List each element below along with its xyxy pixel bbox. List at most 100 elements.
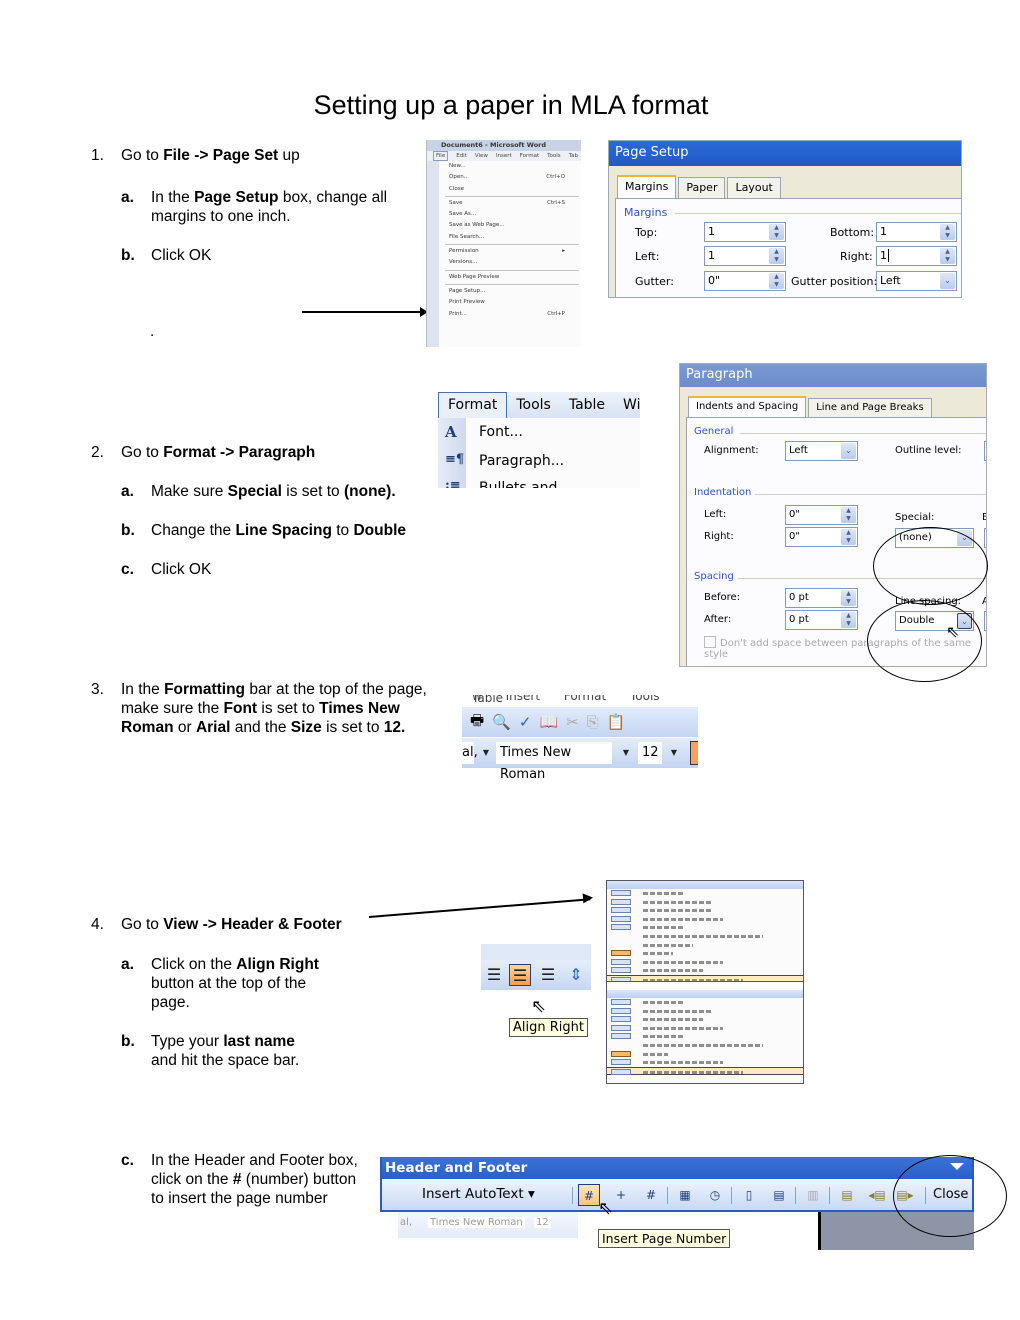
menu-item-web-layout[interactable] xyxy=(607,898,803,907)
menu-table[interactable]: Tab xyxy=(569,151,578,161)
show-hide-text-icon[interactable]: ▤ xyxy=(768,1184,790,1206)
menu-item-print[interactable]: Print... Ctrl+P xyxy=(427,309,579,320)
menu-item-save-web[interactable]: Save as Web Page... xyxy=(427,220,579,231)
spinner-icon[interactable]: ▲ ▼ xyxy=(841,590,856,606)
menu-item-web-preview[interactable]: Web Page Preview xyxy=(427,272,579,283)
menu-item-file-search[interactable]: File Search... xyxy=(427,232,579,243)
insert-autotext-button[interactable]: Insert AutoText ▾ xyxy=(422,1186,535,1202)
chevron-down-icon[interactable]: ⌄ xyxy=(940,273,955,289)
menu-tools[interactable]: Tools xyxy=(507,397,560,413)
link-to-previous-icon[interactable]: ▥ xyxy=(802,1184,824,1206)
menu-item-new[interactable]: New... xyxy=(427,161,579,172)
spinner-icon[interactable]: ▲ ▼ xyxy=(841,507,856,523)
by-field[interactable] xyxy=(984,528,986,548)
align-center-icon[interactable]: ☰ xyxy=(483,964,505,986)
menu-item-page-setup[interactable]: Page Setup... xyxy=(427,286,579,297)
menu-item-font[interactable]: Font... xyxy=(479,424,523,440)
menu-item-reading-layout[interactable] xyxy=(607,915,803,924)
page-setup-icon[interactable]: ▯ xyxy=(738,1184,760,1206)
format-page-number-icon[interactable]: # xyxy=(640,1184,662,1206)
insert-number-of-pages-icon[interactable]: + xyxy=(610,1184,632,1206)
research-icon[interactable]: 📖 xyxy=(539,713,558,731)
menu-item-normal[interactable] xyxy=(607,889,803,898)
tab-layout[interactable]: Layout xyxy=(727,177,781,198)
size-select[interactable]: 12 xyxy=(638,742,662,764)
menu-item-task-pane[interactable] xyxy=(607,1041,803,1050)
menu-item-document-map[interactable] xyxy=(607,1058,803,1067)
gutter-field[interactable]: 0" ▲ ▼ xyxy=(704,271,786,291)
menu-item-versions[interactable]: Versions... xyxy=(427,257,579,268)
spinner-icon[interactable]: ▲ ▼ xyxy=(769,224,784,240)
menu-item-header-footer[interactable] xyxy=(607,1066,803,1076)
outline-level-select[interactable] xyxy=(984,441,986,461)
font-select[interactable]: Times New Roman xyxy=(428,1217,525,1228)
menu-format[interactable]: Format xyxy=(520,151,539,161)
tab-indents-spacing[interactable]: Indents and Spacing xyxy=(688,396,807,417)
bottom-margin-field[interactable]: 1 ▲ ▼ xyxy=(876,222,957,242)
menu-tools[interactable]: Tools xyxy=(547,151,561,161)
menu-view[interactable]: View xyxy=(475,151,488,161)
spelling-icon[interactable]: ✓ xyxy=(519,713,532,731)
show-previous-icon[interactable]: ◂▤ xyxy=(866,1184,888,1206)
checkbox-icon[interactable] xyxy=(704,636,716,648)
spacing-after-field[interactable]: 0 pt ▲ ▼ xyxy=(785,610,858,630)
menu-item-close[interactable]: Close xyxy=(427,184,579,195)
tab-line-page-breaks[interactable]: Line and Page Breaks xyxy=(808,398,932,417)
paste-icon[interactable]: 📋 xyxy=(607,713,626,731)
indent-right-field[interactable]: 0" ▲ ▼ xyxy=(785,527,858,547)
menu-item-print-preview[interactable]: Print Preview xyxy=(427,297,579,308)
top-margin-field[interactable]: 1 ▲ ▼ xyxy=(704,222,786,242)
style-select[interactable]: al, xyxy=(462,742,478,764)
menu-edit[interactable]: Edit xyxy=(456,151,467,161)
align-right-button[interactable]: ☰ xyxy=(509,964,531,986)
insert-time-icon[interactable]: ◷ xyxy=(704,1184,726,1206)
menu-item-open[interactable]: Open... Ctrl+O xyxy=(427,172,579,183)
spinner-icon[interactable]: ▲ ▼ xyxy=(769,273,784,289)
menu-item-ruler[interactable] xyxy=(607,1050,803,1059)
print-preview-icon[interactable]: 🔍 xyxy=(492,713,511,731)
style-select[interactable]: al, xyxy=(400,1217,412,1228)
menu-item-normal[interactable] xyxy=(607,998,803,1007)
menu-window[interactable]: Wind xyxy=(614,397,640,413)
menu-item-ruler[interactable] xyxy=(607,949,803,958)
copy-icon[interactable]: ⎘ xyxy=(587,713,599,731)
menu-item-print-layout[interactable] xyxy=(607,1015,803,1024)
menu-item-thumbnails[interactable] xyxy=(607,966,803,975)
spinner-icon[interactable]: ▲ ▼ xyxy=(940,248,955,264)
menu-item-outline[interactable] xyxy=(607,1032,803,1041)
menu-item-save[interactable]: Save Ctrl+S xyxy=(427,198,579,209)
switch-header-footer-icon[interactable]: ▤ xyxy=(836,1184,858,1206)
menu-format[interactable]: Format xyxy=(438,392,508,418)
chevron-down-icon[interactable]: ⌄ xyxy=(841,443,856,459)
menu-insert[interactable]: Insert xyxy=(496,151,512,161)
right-margin-field[interactable]: 1 ▲ ▼ xyxy=(876,246,957,266)
alignment-select[interactable]: Left ⌄ xyxy=(785,441,858,461)
menu-item-document-map[interactable] xyxy=(607,958,803,967)
menu-item-print-layout[interactable] xyxy=(607,906,803,915)
gutter-position-select[interactable]: Left ⌄ xyxy=(876,271,957,291)
menu-item-task-pane[interactable] xyxy=(607,932,803,941)
menu-file[interactable]: File xyxy=(433,151,449,161)
chevron-down-icon[interactable]: ▼ xyxy=(668,744,680,762)
spinner-icon[interactable]: ▲ ▼ xyxy=(940,224,955,240)
font-select[interactable]: Times New Roman xyxy=(496,742,612,782)
justify-icon[interactable]: ☰ xyxy=(537,964,559,986)
menu-item-header-footer[interactable] xyxy=(607,974,803,981)
spinner-icon[interactable]: ▲ ▼ xyxy=(841,529,856,545)
tab-margins[interactable]: Margins xyxy=(617,175,677,198)
line-spacing-icon[interactable]: ⇕ xyxy=(565,964,587,986)
menu-item-web-layout[interactable] xyxy=(607,1007,803,1016)
indent-left-field[interactable]: 0" ▲ ▼ xyxy=(785,505,858,525)
cut-icon[interactable]: ✂ xyxy=(566,713,579,731)
chevron-down-icon[interactable]: ▼ xyxy=(480,744,492,762)
size-select[interactable]: 12 xyxy=(534,1217,551,1228)
spacing-before-field[interactable]: 0 pt ▲ ▼ xyxy=(785,588,858,608)
bold-button[interactable] xyxy=(690,741,698,765)
spinner-icon[interactable]: ▲ ▼ xyxy=(841,612,856,628)
print-icon[interactable]: 🖶 xyxy=(470,710,484,735)
menu-item-reading-layout[interactable] xyxy=(607,1024,803,1033)
tab-paper[interactable]: Paper xyxy=(678,177,726,198)
chevron-down-icon[interactable]: ▼ xyxy=(620,744,632,762)
at-field[interactable] xyxy=(984,611,986,631)
left-margin-field[interactable]: 1 ▲ ▼ xyxy=(704,246,786,266)
